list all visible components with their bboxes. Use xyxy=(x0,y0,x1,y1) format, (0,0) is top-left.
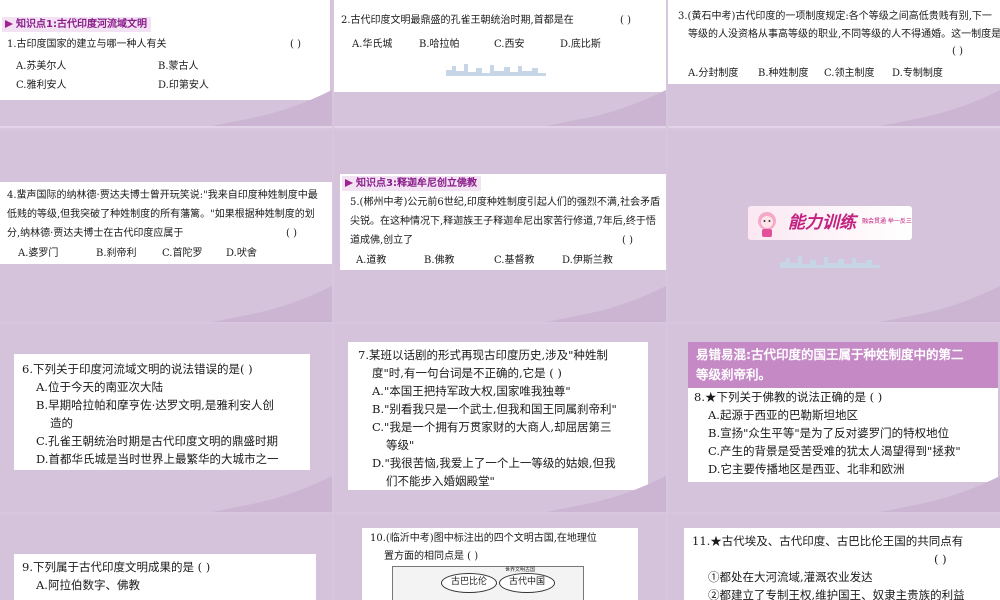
map-label-babylon: 古巴比伦 xyxy=(441,573,497,593)
option-d: D.印第安人 xyxy=(158,80,209,91)
option-b: B.哈拉帕 xyxy=(419,39,460,50)
slide-6[interactable]: 能力训练 融会贯通 举一反三 xyxy=(668,130,1000,322)
knowledge-point-title: 知识点1:古代印度河流域文明 xyxy=(2,17,151,32)
question-1: 1.古印度国家的建立与哪一种人有关 xyxy=(7,39,167,50)
answer-paren: ( ) xyxy=(290,39,301,50)
decoration-flowers xyxy=(546,286,666,322)
slide-12[interactable]: 11.★古代埃及、古代印度、古巴比伦王国的共同点有 ( ) ①都处在大河流域,灌… xyxy=(668,514,1000,600)
logo-subtitle: 融会贯通 举一反三 xyxy=(862,218,912,225)
tip-banner: 易错易混:古代印度的国王属于种姓制度中的第二 等级刹帝利。 xyxy=(688,342,998,388)
question-4-line: 分,纳林德·贾达夫博士在古代印度应属于 xyxy=(7,228,184,239)
decoration-flowers xyxy=(880,286,1000,322)
decoration-flowers xyxy=(880,90,1000,126)
question-4-line: 4.蜚声国际的纳林德·贾达夫博士曾开玩笑说:"我来自印度种姓制度中最 xyxy=(7,190,318,201)
option-b: B.刹帝利 xyxy=(96,248,137,259)
logo-title: 能力训练 xyxy=(788,213,856,233)
cartoon-girl-icon xyxy=(758,212,776,237)
knowledge-point-title: 知识点3:释迦牟尼创立佛教 xyxy=(342,176,481,191)
tip-banner-line: 易错易混:古代印度的国王属于种姓制度中的第二 xyxy=(696,347,964,362)
question-10-line: 置方面的相同点是 ( ) xyxy=(384,551,479,562)
slide-9[interactable]: 易错易混:古代印度的国王属于种姓制度中的第二 等级刹帝利。 8.★下列关于佛教的… xyxy=(668,324,1000,512)
option-a: A.婆罗门 xyxy=(18,248,59,259)
option-d: D.伊斯兰教 xyxy=(562,255,613,266)
option-a: A.华氏城 xyxy=(352,39,393,50)
question-5-line: 道成佛,创立了 xyxy=(350,235,414,246)
slide-10[interactable]: 9.下列属于古代印度文明成果的是 ( ) A.阿拉伯数字、佛教 xyxy=(0,514,332,600)
decoration-flowers xyxy=(546,90,666,126)
slide-4[interactable]: 4.蜚声国际的纳林德·贾达夫博士曾开玩笑说:"我来自印度种姓制度中最 低贱的等级… xyxy=(0,130,332,322)
option-c: C.西安 xyxy=(494,39,525,50)
option-d: D.吠舍 xyxy=(226,248,257,259)
option-b: B.种姓制度 xyxy=(758,68,809,79)
decoration-flowers xyxy=(212,476,332,512)
slide-2[interactable]: 2.古代印度文明最鼎盛的孔雀王朝统治时期,首都是在 ( ) A.华氏城 B.哈拉… xyxy=(334,0,666,126)
option-c: C.基督教 xyxy=(494,255,535,266)
option-a: A.道教 xyxy=(356,255,387,266)
decoration-flowers xyxy=(212,90,332,126)
slide-11[interactable]: 10.(临沂中考)图中标注出的四个文明古国,在地理位 置方面的相同点是 ( ) … xyxy=(334,514,666,600)
slide-1[interactable]: 知识点1:古代印度河流域文明 1.古印度国家的建立与哪一种人有关 ( ) A.苏… xyxy=(0,0,332,126)
slide-7[interactable]: 6.下列关于印度河流域文明的说法错误的是( ) A.位于今天的南亚次大陆 B.早… xyxy=(0,324,332,512)
tip-banner-line: 等级刹帝利。 xyxy=(696,367,772,382)
map-label-china: 古代中国 xyxy=(499,573,555,593)
option-b: B.蒙古人 xyxy=(158,61,199,72)
decoration-flowers xyxy=(546,476,666,512)
option-b: B.佛教 xyxy=(424,255,455,266)
world-civilization-map: 古巴比伦 古代中国 世界文明古国 xyxy=(392,566,584,600)
answer-paren: ( ) xyxy=(952,46,963,57)
option-d: D.专制制度 xyxy=(892,68,943,79)
question-2: 2.古代印度文明最鼎盛的孔雀王朝统治时期,首都是在 xyxy=(341,15,574,26)
ability-training-logo: 能力训练 融会贯通 举一反三 xyxy=(748,206,912,240)
decoration-flowers xyxy=(212,286,332,322)
slide-8[interactable]: 7.某班以话剧的形式再现古印度历史,涉及"种姓制 度"时,有一句台词是不正确的,… xyxy=(334,324,666,512)
question-9-line: A.阿拉伯数字、佛教 xyxy=(36,578,140,592)
answer-paren: ( ) xyxy=(620,15,631,26)
question-11-line: 11.★古代埃及、古代印度、古巴比伦王国的共同点有 xyxy=(692,534,964,548)
answer-paren: ( ) xyxy=(934,552,947,566)
answer-paren: ( ) xyxy=(286,228,297,239)
question-11-line: ②都建立了专制王权,维护国王、奴隶主贵族的利益 xyxy=(708,588,965,600)
option-a: A.分封制度 xyxy=(688,68,739,79)
slide-5[interactable]: 知识点3:释迦牟尼创立佛教 5.(郴州中考)公元前6世纪,印度种姓制度引起人们的… xyxy=(334,130,666,322)
decoration-flowers xyxy=(880,476,1000,512)
option-c: C.首陀罗 xyxy=(162,248,203,259)
skyline-decoration xyxy=(446,64,546,76)
question-8-line: D.它主要传播地区是西亚、北非和欧洲 xyxy=(708,462,905,476)
option-c: C.雅利安人 xyxy=(16,80,67,91)
question-5-line: 5.(郴州中考)公元前6世纪,印度种姓制度引起人们的强烈不满,社会矛盾 xyxy=(350,197,661,208)
option-a: A.苏美尔人 xyxy=(16,61,67,72)
question-7-line: 们不能步入婚姻殿堂" xyxy=(386,474,495,488)
question-5-line: 尖锐。在这种情况下,释迦族王子释迦牟尼出家苦行修道,7年后,终于悟 xyxy=(350,216,656,227)
map-title: 世界文明古国 xyxy=(505,567,536,573)
question-4-line: 低贱的等级,但我突破了种姓制度的所有藩篱。"如果根据种姓制度的划 xyxy=(7,209,315,220)
skyline-decoration xyxy=(780,256,880,268)
answer-paren: ( ) xyxy=(622,235,633,246)
slide-3[interactable]: 3.(黄石中考)古代印度的一项制度规定:各个等级之间高低贵贱有别,下一 等级的人… xyxy=(668,0,1000,126)
option-c: C.领主制度 xyxy=(824,68,875,79)
option-d: D.底比斯 xyxy=(560,39,601,50)
